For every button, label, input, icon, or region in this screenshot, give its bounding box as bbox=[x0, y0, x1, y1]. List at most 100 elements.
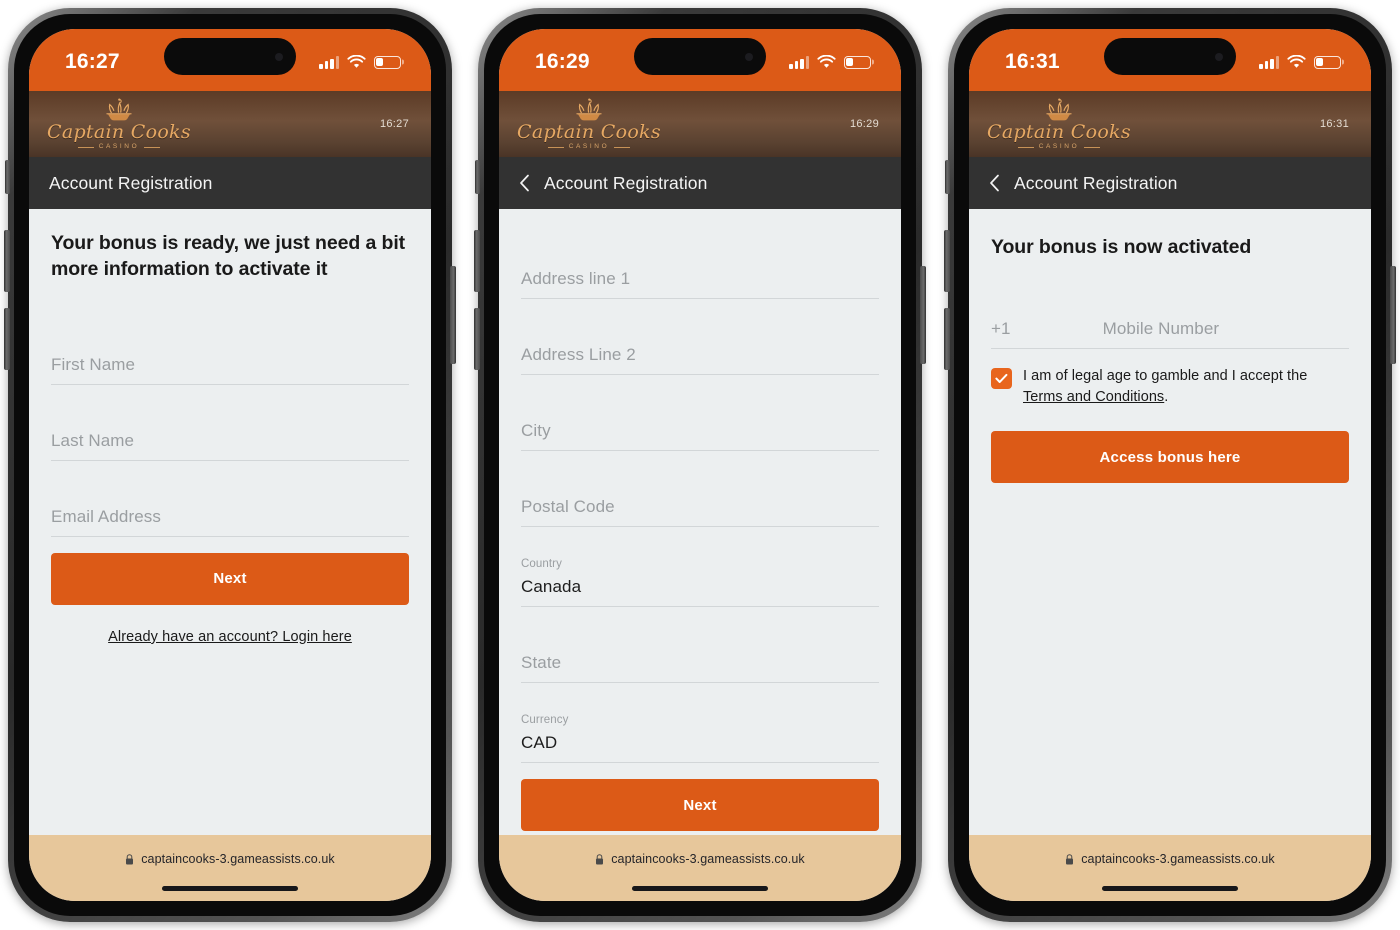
browser-url-bar[interactable]: captaincooks-3.gameassists.co.uk bbox=[969, 835, 1371, 901]
mobile-number-placeholder: Mobile Number bbox=[1102, 318, 1220, 338]
ship-icon bbox=[106, 98, 132, 121]
mobile-number-field[interactable]: +1 Mobile Number bbox=[991, 297, 1349, 349]
registration-step-3: Your bonus is now activated +1 Mobile Nu… bbox=[969, 209, 1371, 835]
power-button[interactable] bbox=[450, 266, 456, 364]
currency-label: Currency bbox=[521, 714, 569, 726]
battery-low-icon bbox=[374, 55, 401, 69]
dynamic-island bbox=[1104, 38, 1236, 75]
address-line-1-field[interactable]: Address line 1 bbox=[521, 239, 879, 299]
first-name-placeholder: First Name bbox=[51, 354, 136, 374]
cellular-bars-icon bbox=[789, 55, 809, 69]
lock-icon bbox=[596, 853, 604, 864]
volume-up-button[interactable] bbox=[474, 230, 480, 292]
home-indicator[interactable] bbox=[632, 886, 768, 891]
silence-switch[interactable] bbox=[475, 160, 480, 194]
state-field[interactable]: State bbox=[521, 623, 879, 683]
brand-bar: Captain Cooks CASINO 16:29 bbox=[499, 91, 901, 157]
page-title: Account Registration bbox=[1014, 172, 1178, 193]
browser-url-bar[interactable]: captaincooks-3.gameassists.co.uk bbox=[29, 835, 431, 901]
status-bar-indicators bbox=[319, 51, 401, 69]
home-indicator[interactable] bbox=[162, 886, 298, 891]
country-stack: Country Canada bbox=[521, 558, 879, 606]
currency-stack: Currency CAD bbox=[521, 714, 879, 762]
page-title: Account Registration bbox=[49, 172, 213, 193]
page-title-bar: Account Registration bbox=[499, 157, 901, 209]
divider-left bbox=[547, 146, 564, 148]
wifi-icon bbox=[1287, 55, 1306, 68]
brand-name: Captain Cooks bbox=[517, 120, 661, 143]
front-camera-icon bbox=[1215, 52, 1223, 61]
dynamic-island bbox=[634, 38, 766, 75]
volume-down-button[interactable] bbox=[944, 308, 950, 370]
captain-cooks-logo[interactable]: Captain Cooks CASINO bbox=[47, 98, 191, 151]
ship-icon bbox=[576, 98, 602, 121]
phone-screen-3: 16:31 Captain Cooks CASINO 16:31 Account… bbox=[969, 29, 1371, 901]
chevron-left-icon[interactable] bbox=[989, 174, 1000, 192]
screenshot-stage: 16:27 Captain Cooks CASINO 16:27 Account… bbox=[0, 0, 1400, 930]
terms-text-before: I am of legal age to gamble and I accept… bbox=[1023, 367, 1308, 384]
chevron-left-icon[interactable] bbox=[519, 174, 530, 192]
status-bar-indicators bbox=[789, 51, 871, 69]
country-field[interactable]: Country Canada bbox=[521, 543, 879, 607]
last-name-field[interactable]: Last Name bbox=[51, 401, 409, 461]
status-bar-clock: 16:27 bbox=[65, 50, 120, 73]
divider-left bbox=[77, 146, 94, 148]
battery-low-icon bbox=[844, 55, 871, 69]
url-inner: captaincooks-3.gameassists.co.uk bbox=[595, 852, 805, 866]
status-bar-indicators bbox=[1259, 51, 1341, 69]
state-placeholder: State bbox=[521, 653, 562, 672]
terms-and-conditions-link[interactable]: Terms and Conditions bbox=[1023, 389, 1164, 405]
terms-checkbox[interactable] bbox=[991, 367, 1012, 389]
home-indicator[interactable] bbox=[1102, 886, 1238, 891]
captain-cooks-logo[interactable]: Captain Cooks CASINO bbox=[987, 98, 1131, 151]
postal-code-field[interactable]: Postal Code bbox=[521, 467, 879, 527]
city-placeholder: City bbox=[521, 421, 551, 440]
brand-subtitle: CASINO bbox=[1038, 142, 1080, 150]
city-field[interactable]: City bbox=[521, 391, 879, 451]
power-button[interactable] bbox=[1390, 266, 1396, 364]
brand-subtitle-wrap: CASINO bbox=[1017, 142, 1101, 151]
next-button[interactable]: Next bbox=[51, 552, 409, 605]
volume-up-button[interactable] bbox=[4, 230, 10, 292]
address-line-2-field[interactable]: Address Line 2 bbox=[521, 315, 879, 375]
phone-screen-1: 16:27 Captain Cooks CASINO 16:27 Account… bbox=[29, 29, 431, 901]
status-bar-clock: 16:31 bbox=[1005, 50, 1060, 73]
silence-switch[interactable] bbox=[5, 160, 10, 194]
power-button[interactable] bbox=[920, 266, 926, 364]
volume-down-button[interactable] bbox=[474, 308, 480, 370]
address-line-2-placeholder: Address Line 2 bbox=[521, 345, 636, 364]
first-name-field[interactable]: First Name bbox=[51, 325, 409, 385]
login-link[interactable]: Already have an account? Login here bbox=[51, 629, 409, 645]
brand-subtitle-wrap: CASINO bbox=[547, 143, 631, 151]
ship-icon bbox=[1046, 98, 1072, 121]
lock-icon bbox=[126, 853, 134, 864]
postal-code-placeholder: Postal Code bbox=[521, 497, 615, 516]
wifi-icon bbox=[817, 55, 836, 68]
brand-name: Captain Cooks bbox=[47, 120, 191, 143]
volume-down-button[interactable] bbox=[4, 308, 10, 370]
terms-text: I am of legal age to gamble and I accept… bbox=[1023, 366, 1349, 407]
silence-switch[interactable] bbox=[945, 160, 950, 194]
registration-form-step-1: First Name Last Name Email Address bbox=[51, 283, 409, 537]
volume-up-button[interactable] bbox=[944, 230, 950, 292]
phone-device-2: 16:29 Captain Cooks CASINO 16:29 Account… bbox=[474, 8, 926, 922]
phone-frame-inner: 16:31 Captain Cooks CASINO 16:31 Account… bbox=[954, 14, 1386, 916]
access-bonus-button[interactable]: Access bonus here bbox=[991, 431, 1349, 484]
divider-right bbox=[614, 146, 631, 148]
country-label: Country bbox=[521, 558, 562, 570]
brand-name: Captain Cooks bbox=[987, 120, 1131, 143]
page-headline: Your bonus is now activated bbox=[991, 236, 1252, 258]
next-button[interactable]: Next bbox=[521, 779, 879, 831]
phone-frame-inner: 16:27 Captain Cooks CASINO 16:27 Account… bbox=[14, 14, 446, 916]
front-camera-icon bbox=[275, 52, 283, 61]
currency-field[interactable]: Currency CAD bbox=[521, 699, 879, 763]
brand-subtitle: CASINO bbox=[98, 142, 140, 150]
dynamic-island bbox=[164, 38, 296, 75]
terms-acceptance-row: I am of legal age to gamble and I accept… bbox=[991, 366, 1349, 407]
brand-subtitle-wrap: CASINO bbox=[77, 142, 161, 151]
cellular-bars-icon bbox=[319, 55, 339, 69]
browser-url-bar[interactable]: captaincooks-3.gameassists.co.uk bbox=[499, 835, 901, 901]
email-address-field[interactable]: Email Address bbox=[51, 477, 409, 537]
email-address-placeholder: Email Address bbox=[51, 506, 161, 526]
captain-cooks-logo[interactable]: Captain Cooks CASINO bbox=[517, 98, 661, 151]
